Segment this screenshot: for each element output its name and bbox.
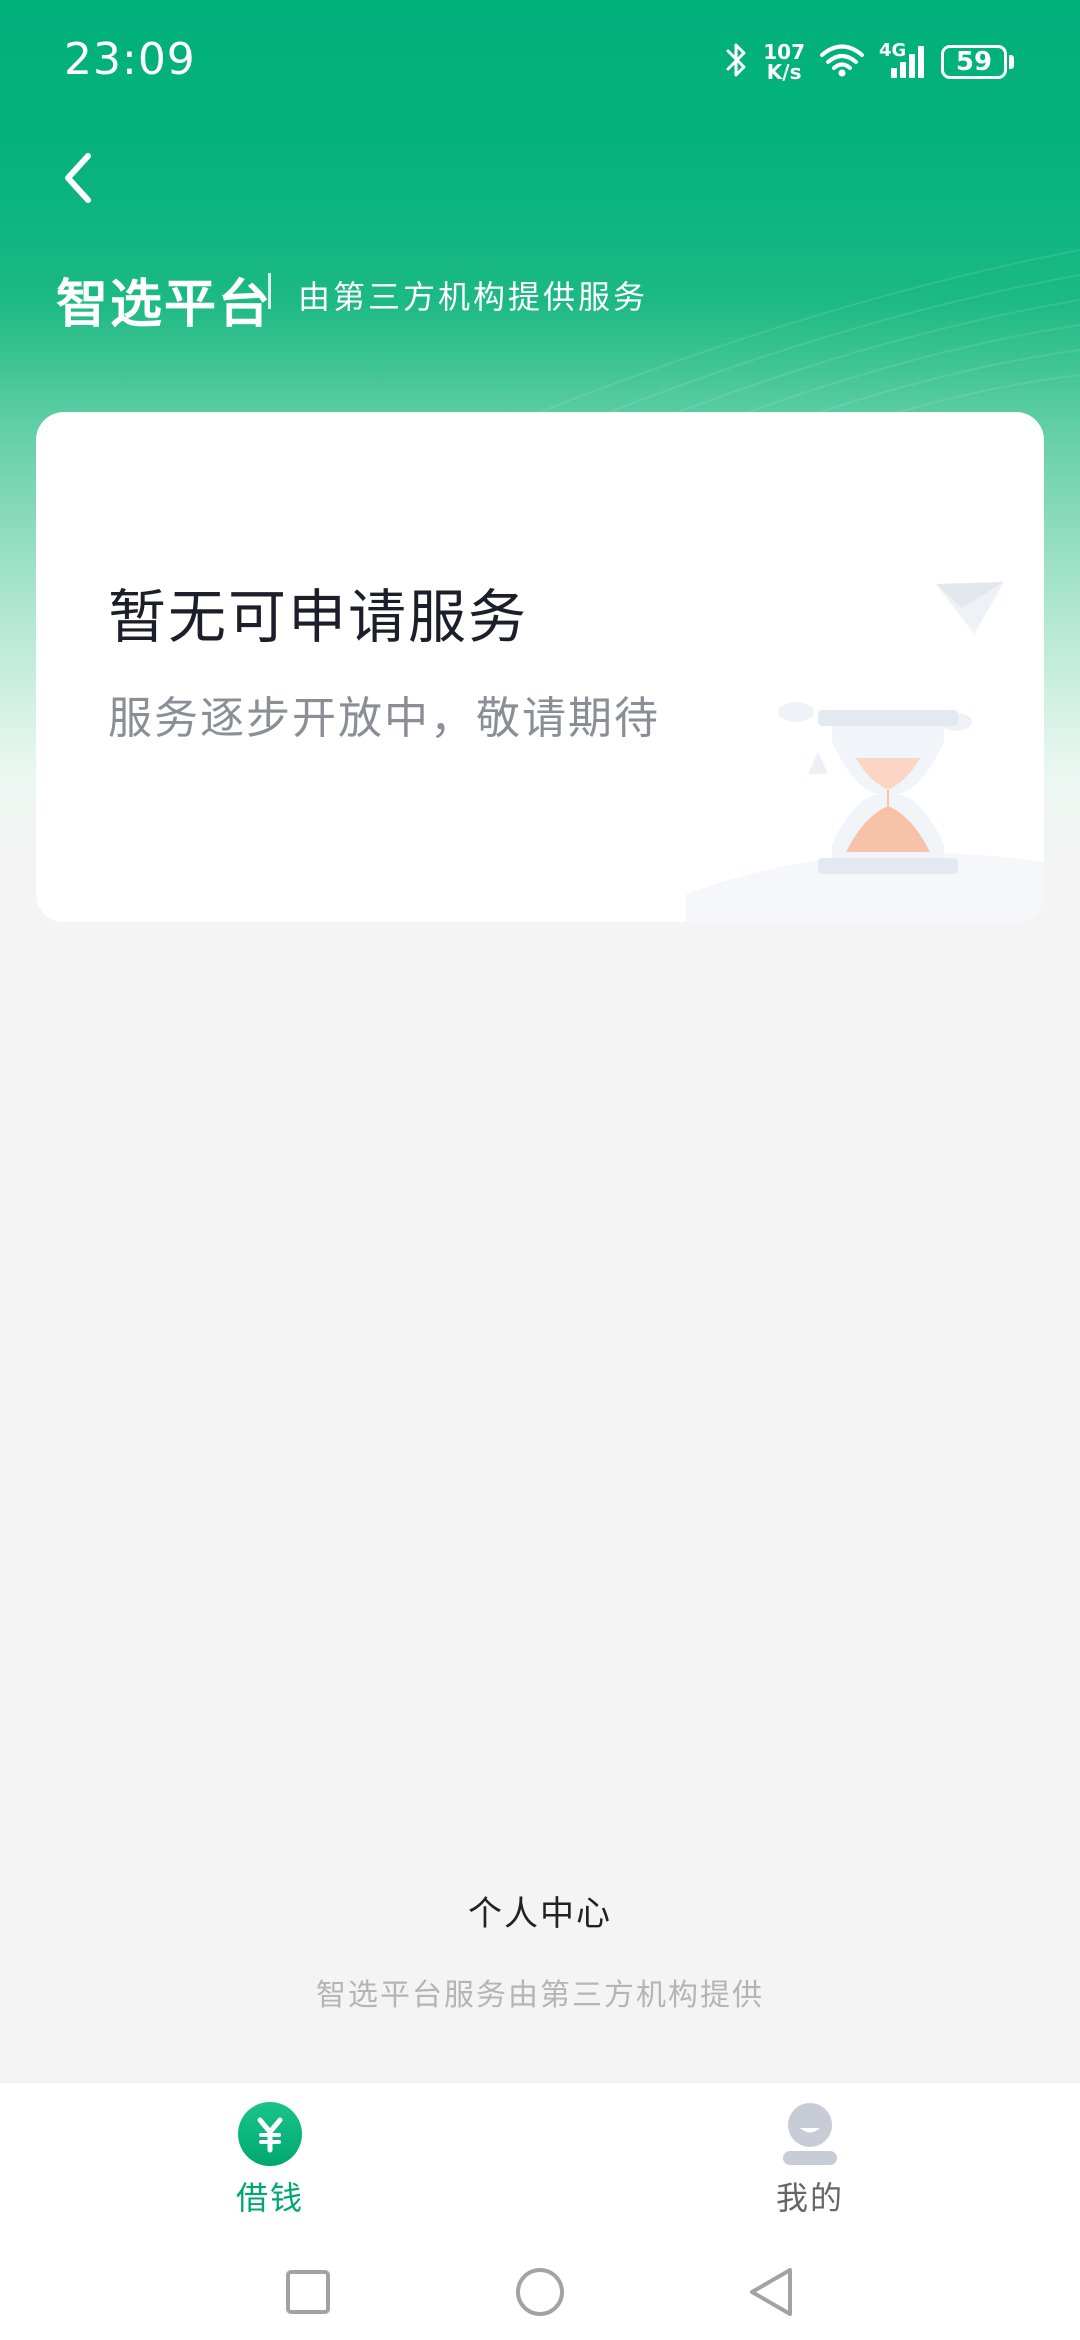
system-back-button[interactable] (740, 2260, 804, 2324)
home-icon (516, 2268, 564, 2316)
page-title: 智选平台 (56, 275, 273, 335)
personal-center-link[interactable]: 个人中心 (0, 1886, 1080, 1935)
status-bar: 23:09 107 K/s 4G 59 (0, 0, 1080, 120)
tab-borrow-label: 借钱 (235, 2179, 304, 2217)
chevron-left-icon (65, 153, 91, 203)
empty-state-title: 暂无可申请服务 (108, 583, 529, 651)
tab-mine-label: 我的 (775, 2179, 844, 2217)
status-icons: 107 K/s 4G 59 (725, 38, 1014, 86)
empty-state-description: 服务逐步开放中，敬请期待 (108, 693, 660, 744)
system-nav-bar (0, 2246, 1080, 2340)
back-triangle-icon (750, 2268, 792, 2316)
hourglass-illustration (686, 582, 1044, 922)
footer-note: 智选平台服务由第三方机构提供 (316, 1978, 764, 2013)
battery-level: 59 (941, 45, 1007, 79)
network-speed: 107 K/s (763, 42, 805, 82)
battery-icon: 59 (941, 45, 1014, 79)
user-icon (777, 2101, 843, 2167)
title-divider (268, 273, 271, 309)
yuan-icon (237, 2101, 303, 2167)
recent-apps-icon (286, 2270, 330, 2314)
bluetooth-icon (725, 41, 749, 83)
home-button[interactable] (508, 2260, 572, 2324)
tab-borrow[interactable]: 借钱 (170, 2101, 370, 2219)
status-time: 23:09 (64, 34, 196, 85)
tab-mine[interactable]: 我的 (710, 2101, 910, 2219)
back-button[interactable] (48, 148, 108, 208)
signal-icon: 4G (879, 40, 927, 82)
network-speed-unit: K/s (766, 60, 802, 84)
battery-tip (1009, 55, 1014, 69)
bottom-tab-bar: 借钱 我的 (0, 2082, 1080, 2247)
page-subtitle: 由第三方机构提供服务 (298, 278, 649, 316)
empty-state-card: 暂无可申请服务 服务逐步开放中，敬请期待 (36, 412, 1044, 922)
network-speed-value: 107 (763, 40, 805, 64)
wifi-icon (819, 42, 865, 82)
recent-apps-button[interactable] (276, 2260, 340, 2324)
